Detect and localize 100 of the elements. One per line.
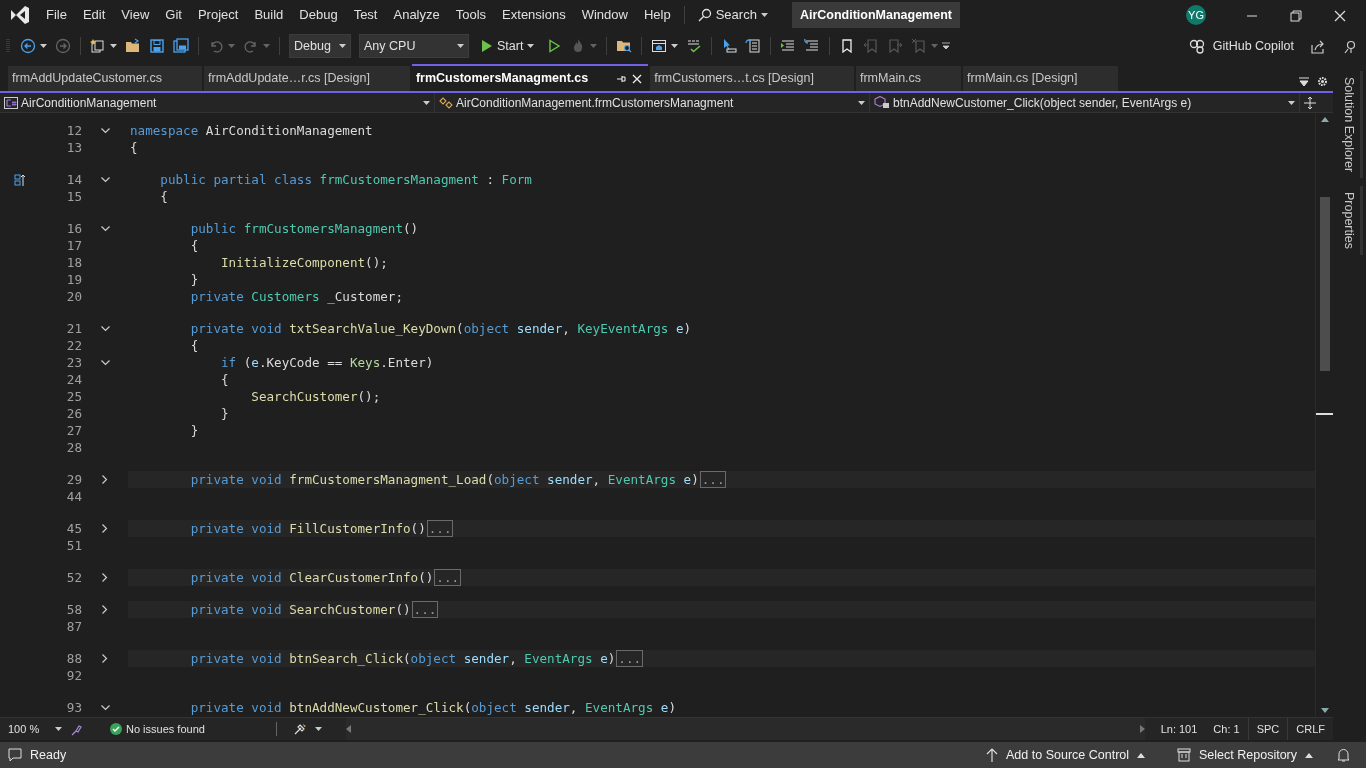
spell-check-icon[interactable] bbox=[686, 38, 703, 54]
configuration-dropdown[interactable]: Any CPU bbox=[359, 33, 469, 59]
chevron-right-icon[interactable] bbox=[102, 654, 108, 663]
status-text: Ready bbox=[30, 746, 67, 764]
copilot-button[interactable]: GitHub Copilot bbox=[1212, 36, 1294, 56]
caret-icon[interactable] bbox=[671, 44, 679, 48]
menu-item[interactable]: File bbox=[38, 5, 75, 25]
zoom-dropdown[interactable]: 100 % bbox=[0, 720, 66, 738]
horizontal-scrollbar[interactable] bbox=[346, 718, 1145, 740]
menu-item[interactable]: Edit bbox=[74, 5, 114, 25]
vertical-scrollbar[interactable] bbox=[1315, 113, 1333, 717]
close-icon[interactable] bbox=[1334, 9, 1346, 22]
search-icon[interactable] bbox=[697, 8, 712, 22]
chevron-down-icon[interactable] bbox=[100, 325, 110, 332]
scroll-up-icon[interactable] bbox=[1320, 117, 1329, 122]
documents-icon[interactable] bbox=[745, 38, 762, 54]
cleanup-icon[interactable] bbox=[293, 722, 307, 736]
side-panel-tab[interactable]: Solution Explorer bbox=[1337, 71, 1363, 179]
close-icon[interactable] bbox=[632, 73, 643, 84]
menu-item[interactable]: Test bbox=[345, 5, 386, 25]
document-tab[interactable]: frmMain.cs [Design] bbox=[963, 66, 1118, 91]
scroll-down-icon[interactable] bbox=[1320, 708, 1329, 713]
caret-up-icon[interactable] bbox=[1305, 752, 1313, 758]
caret-icon[interactable] bbox=[315, 727, 322, 731]
pin-icon[interactable] bbox=[616, 73, 627, 84]
document-tab[interactable]: frmCustomers…t.cs [Design] bbox=[650, 66, 854, 91]
menu-item[interactable]: View bbox=[113, 5, 158, 25]
back-icon[interactable] bbox=[20, 38, 36, 54]
menu-item[interactable]: Debug bbox=[291, 5, 346, 25]
restore-icon[interactable] bbox=[1290, 9, 1302, 22]
source-control-button[interactable]: Add to Source Control bbox=[1006, 745, 1130, 765]
code-line: private Customers _Customer; bbox=[189, 288, 404, 305]
chevron-down-icon[interactable] bbox=[100, 359, 110, 366]
whitespace-setting[interactable]: SPC bbox=[1247, 718, 1288, 740]
line-number: 17 bbox=[65, 237, 82, 254]
chevron-down-icon[interactable] bbox=[100, 176, 110, 183]
document-tab[interactable]: frmMain.cs bbox=[855, 66, 962, 91]
chevron-down-icon[interactable] bbox=[100, 225, 110, 232]
cursor-icon[interactable] bbox=[721, 38, 738, 54]
solution-title: AirConditionManagement bbox=[791, 1, 960, 29]
scroll-left-icon[interactable] bbox=[346, 725, 351, 733]
menu-item[interactable]: Tools bbox=[447, 5, 495, 25]
menu-item[interactable]: Build bbox=[246, 5, 292, 25]
repository-button[interactable]: Select Repository bbox=[1199, 745, 1297, 765]
settings-icon[interactable] bbox=[1317, 76, 1328, 87]
navigation-dropdown[interactable]: btnAddNewCustomer_Click(object sender, EventArgs e) bbox=[870, 93, 1300, 112]
start-button[interactable]: Start bbox=[477, 36, 539, 56]
save-all-icon[interactable] bbox=[173, 38, 189, 54]
outdent-lines-icon[interactable] bbox=[804, 38, 821, 54]
menu-item[interactable]: Project bbox=[189, 5, 247, 25]
line-number: 51 bbox=[65, 537, 82, 554]
scroll-right-icon[interactable] bbox=[1139, 725, 1145, 733]
menu-item[interactable]: Extensions bbox=[494, 5, 574, 25]
split-icon[interactable] bbox=[1304, 95, 1316, 110]
class-marker-icon[interactable] bbox=[14, 172, 26, 187]
caret-icon[interactable] bbox=[110, 44, 117, 48]
document-tab[interactable]: frmAddUpdate…r.cs [Design] bbox=[204, 66, 410, 91]
play-outline-icon[interactable] bbox=[546, 38, 563, 54]
issues-status[interactable]: No issues found bbox=[126, 720, 205, 738]
chevron-right-icon[interactable] bbox=[102, 524, 108, 533]
cursor-position[interactable]: Ch: 1 bbox=[1205, 718, 1248, 740]
chevron-right-icon[interactable] bbox=[102, 475, 108, 484]
folder-icon[interactable] bbox=[125, 38, 141, 54]
brush-icon[interactable] bbox=[70, 723, 82, 736]
caret-up-icon[interactable] bbox=[1137, 752, 1146, 758]
share-icon[interactable] bbox=[1310, 38, 1326, 55]
repository-icon bbox=[1177, 748, 1192, 762]
chevron-right-icon[interactable] bbox=[102, 605, 108, 614]
caret-icon[interactable] bbox=[760, 13, 768, 17]
menu-item[interactable]: Analyze bbox=[385, 5, 448, 25]
new-item-icon[interactable] bbox=[90, 38, 106, 54]
message-icon[interactable] bbox=[8, 748, 22, 763]
line-number: 20 bbox=[65, 288, 82, 305]
overflow-icon[interactable] bbox=[942, 42, 951, 50]
save-icon[interactable] bbox=[149, 38, 165, 54]
caret-icon[interactable] bbox=[40, 44, 47, 48]
line-number: 14 bbox=[65, 171, 82, 188]
configuration-dropdown[interactable]: Debug bbox=[289, 33, 351, 59]
code-line: private void txtSearchValue_KeyDown(object sender, KeyEventArgs e) bbox=[189, 320, 693, 337]
indent-lines-icon[interactable] bbox=[780, 38, 797, 54]
tab-list-icon[interactable] bbox=[1299, 76, 1309, 87]
navigation-dropdown[interactable]: AirConditionManagement.frmCustomersManagment bbox=[435, 93, 870, 112]
notification-bell-icon[interactable] bbox=[1337, 748, 1350, 763]
menu-item[interactable]: Window bbox=[573, 5, 636, 25]
cursor-position[interactable]: Ln: 101 bbox=[1152, 718, 1206, 740]
chevron-right-icon[interactable] bbox=[102, 573, 108, 582]
folder-search-icon[interactable] bbox=[616, 38, 633, 54]
menu-item[interactable]: Git bbox=[157, 5, 190, 25]
line-number: 12 bbox=[65, 122, 82, 139]
search-menu[interactable]: Search bbox=[715, 5, 757, 25]
window-icon[interactable] bbox=[651, 38, 668, 54]
scroll-thumb[interactable] bbox=[1320, 197, 1330, 371]
side-panel-tab[interactable]: Properties bbox=[1337, 186, 1363, 256]
user-avatar[interactable]: YG bbox=[1186, 5, 1206, 25]
code-line: } bbox=[220, 405, 230, 422]
document-tab[interactable]: frmAddUpdateCustomer.cs bbox=[8, 66, 203, 91]
chevron-down-icon[interactable] bbox=[100, 127, 110, 134]
chevron-down-icon[interactable] bbox=[100, 704, 110, 711]
menu-item[interactable]: Help bbox=[635, 5, 679, 25]
navigation-dropdown[interactable]: AirConditionManagement bbox=[0, 93, 435, 112]
